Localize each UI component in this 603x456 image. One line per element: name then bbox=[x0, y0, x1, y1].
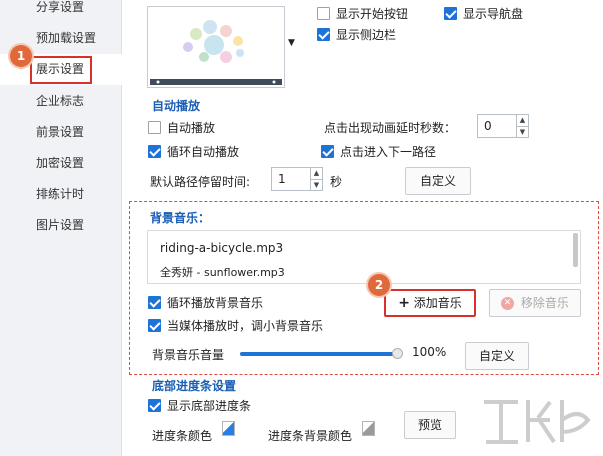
theme-thumbnail[interactable] bbox=[147, 6, 285, 88]
stay-time-value: 1 bbox=[278, 172, 286, 186]
stay-time-unit: 秒 bbox=[330, 175, 343, 189]
step-badge-2: 2 bbox=[368, 274, 390, 296]
list-item[interactable]: riding-a-bicycle.mp3 bbox=[160, 241, 283, 255]
remove-music-button[interactable]: ✕ 移除音乐 bbox=[489, 289, 581, 317]
music-track-list[interactable]: riding-a-bicycle.mp3 全秀妍 - sunflower.mp3 bbox=[147, 230, 581, 284]
stay-time-label: 默认路径停留时间: bbox=[150, 175, 251, 189]
remove-music-label: 移除音乐 bbox=[520, 296, 569, 310]
bar-color-label: 进度条颜色 bbox=[152, 429, 213, 443]
show-progress-label: 显示底部进度条 bbox=[167, 399, 252, 413]
plus-icon: + bbox=[398, 295, 410, 311]
bar-bg-color-swatch[interactable] bbox=[362, 421, 375, 436]
volume-slider-track[interactable] bbox=[240, 348, 403, 359]
click-next-label: 点击进入下一路径 bbox=[340, 145, 437, 159]
sidebar-item-label: 前景设置 bbox=[36, 125, 85, 139]
sidebar-item-label: 预加载设置 bbox=[36, 31, 97, 45]
sidebar-item-label: 分享设置 bbox=[36, 0, 85, 14]
lower-music-label: 当媒体播放时，调小背景音乐 bbox=[167, 319, 324, 333]
delay-value: 0 bbox=[484, 119, 492, 133]
sidebar-item-image[interactable]: 图片设置 bbox=[0, 210, 122, 241]
delay-stepper[interactable]: 0 ▲ ▼ bbox=[477, 114, 529, 138]
show-start-button-label: 显示开始按钮 bbox=[336, 7, 409, 21]
click-next-checkbox[interactable] bbox=[321, 145, 334, 158]
progress-section-title: 底部进度条设置 bbox=[152, 379, 237, 393]
show-progress-checkbox[interactable] bbox=[148, 399, 161, 412]
delay-label: 点击出现动画延时秒数： bbox=[324, 121, 457, 135]
autoplay-checkbox[interactable] bbox=[148, 121, 161, 134]
theme-preview-image bbox=[148, 7, 284, 87]
loop-music-label: 循环播放背景音乐 bbox=[167, 296, 264, 310]
show-nav-disk-checkbox[interactable] bbox=[444, 7, 457, 20]
list-item[interactable]: 全秀妍 - sunflower.mp3 bbox=[160, 264, 285, 280]
volume-value: 100% bbox=[412, 345, 447, 359]
dropdown-arrow-icon[interactable]: ▼ bbox=[288, 38, 295, 48]
volume-slider-handle[interactable] bbox=[392, 348, 403, 359]
sidebar-item-label: 排练计时 bbox=[36, 187, 85, 201]
loop-autoplay-label: 循环自动播放 bbox=[167, 145, 240, 159]
bar-bg-color-label: 进度条背景颜色 bbox=[268, 429, 353, 443]
sidebar-item-logo[interactable]: 企业标志 bbox=[0, 86, 122, 117]
show-nav-disk-label: 显示导航盘 bbox=[463, 7, 524, 21]
show-sidebar-checkbox[interactable] bbox=[317, 28, 330, 41]
stepper-up-icon[interactable]: ▲ bbox=[310, 168, 322, 179]
scrollbar-thumb[interactable] bbox=[573, 233, 578, 267]
volume-label: 背景音乐音量 bbox=[152, 348, 225, 362]
sidebar-item-label: 图片设置 bbox=[36, 218, 85, 232]
sidebar-item-share[interactable]: 分享设置 bbox=[0, 0, 122, 23]
lower-music-checkbox[interactable] bbox=[148, 319, 161, 332]
display-settings-panel: ▼ 显示开始按钮 显示导航盘 显示侧边栏 自动播放 自动播放 点击出现动画延时秒… bbox=[122, 0, 603, 456]
remove-icon: ✕ bbox=[501, 297, 515, 310]
preview-button[interactable]: 预览 bbox=[404, 411, 456, 439]
music-section-title: 背景音乐： bbox=[150, 211, 211, 225]
add-music-label: 添加音乐 bbox=[413, 296, 462, 310]
stay-time-stepper[interactable]: 1 ▲ ▼ bbox=[271, 167, 323, 191]
loop-autoplay-checkbox[interactable] bbox=[148, 145, 161, 158]
music-custom-button[interactable]: 自定义 bbox=[465, 342, 529, 370]
autoplay-custom-button[interactable]: 自定义 bbox=[405, 167, 471, 195]
sidebar-item-encryption[interactable]: 加密设置 bbox=[0, 148, 122, 179]
sidebar-item-label: 加密设置 bbox=[36, 156, 85, 170]
add-music-button[interactable]: + 添加音乐 bbox=[384, 289, 476, 317]
sidebar-item-label: 企业标志 bbox=[36, 94, 85, 108]
bar-color-swatch[interactable] bbox=[222, 421, 235, 436]
show-start-button-checkbox[interactable] bbox=[317, 7, 330, 20]
watermark-logo bbox=[484, 400, 591, 444]
step-badge-1: 1 bbox=[10, 45, 32, 67]
sidebar-item-rehearsal[interactable]: 排练计时 bbox=[0, 179, 122, 210]
volume-slider-fill bbox=[240, 352, 400, 356]
loop-music-checkbox[interactable] bbox=[148, 296, 161, 309]
sidebar-item-foreground[interactable]: 前景设置 bbox=[0, 117, 122, 148]
highlight-box bbox=[30, 56, 92, 84]
show-sidebar-label: 显示侧边栏 bbox=[336, 28, 397, 42]
stepper-up-icon[interactable]: ▲ bbox=[516, 115, 528, 126]
autoplay-label: 自动播放 bbox=[167, 121, 216, 135]
settings-sidebar: 分享设置 预加载设置 展示设置 企业标志 前景设置 加密设置 排练计时 图片设置 bbox=[0, 0, 122, 456]
stepper-down-icon[interactable]: ▼ bbox=[310, 179, 322, 190]
autoplay-section-title: 自动播放 bbox=[152, 99, 201, 113]
stepper-down-icon[interactable]: ▼ bbox=[516, 126, 528, 137]
